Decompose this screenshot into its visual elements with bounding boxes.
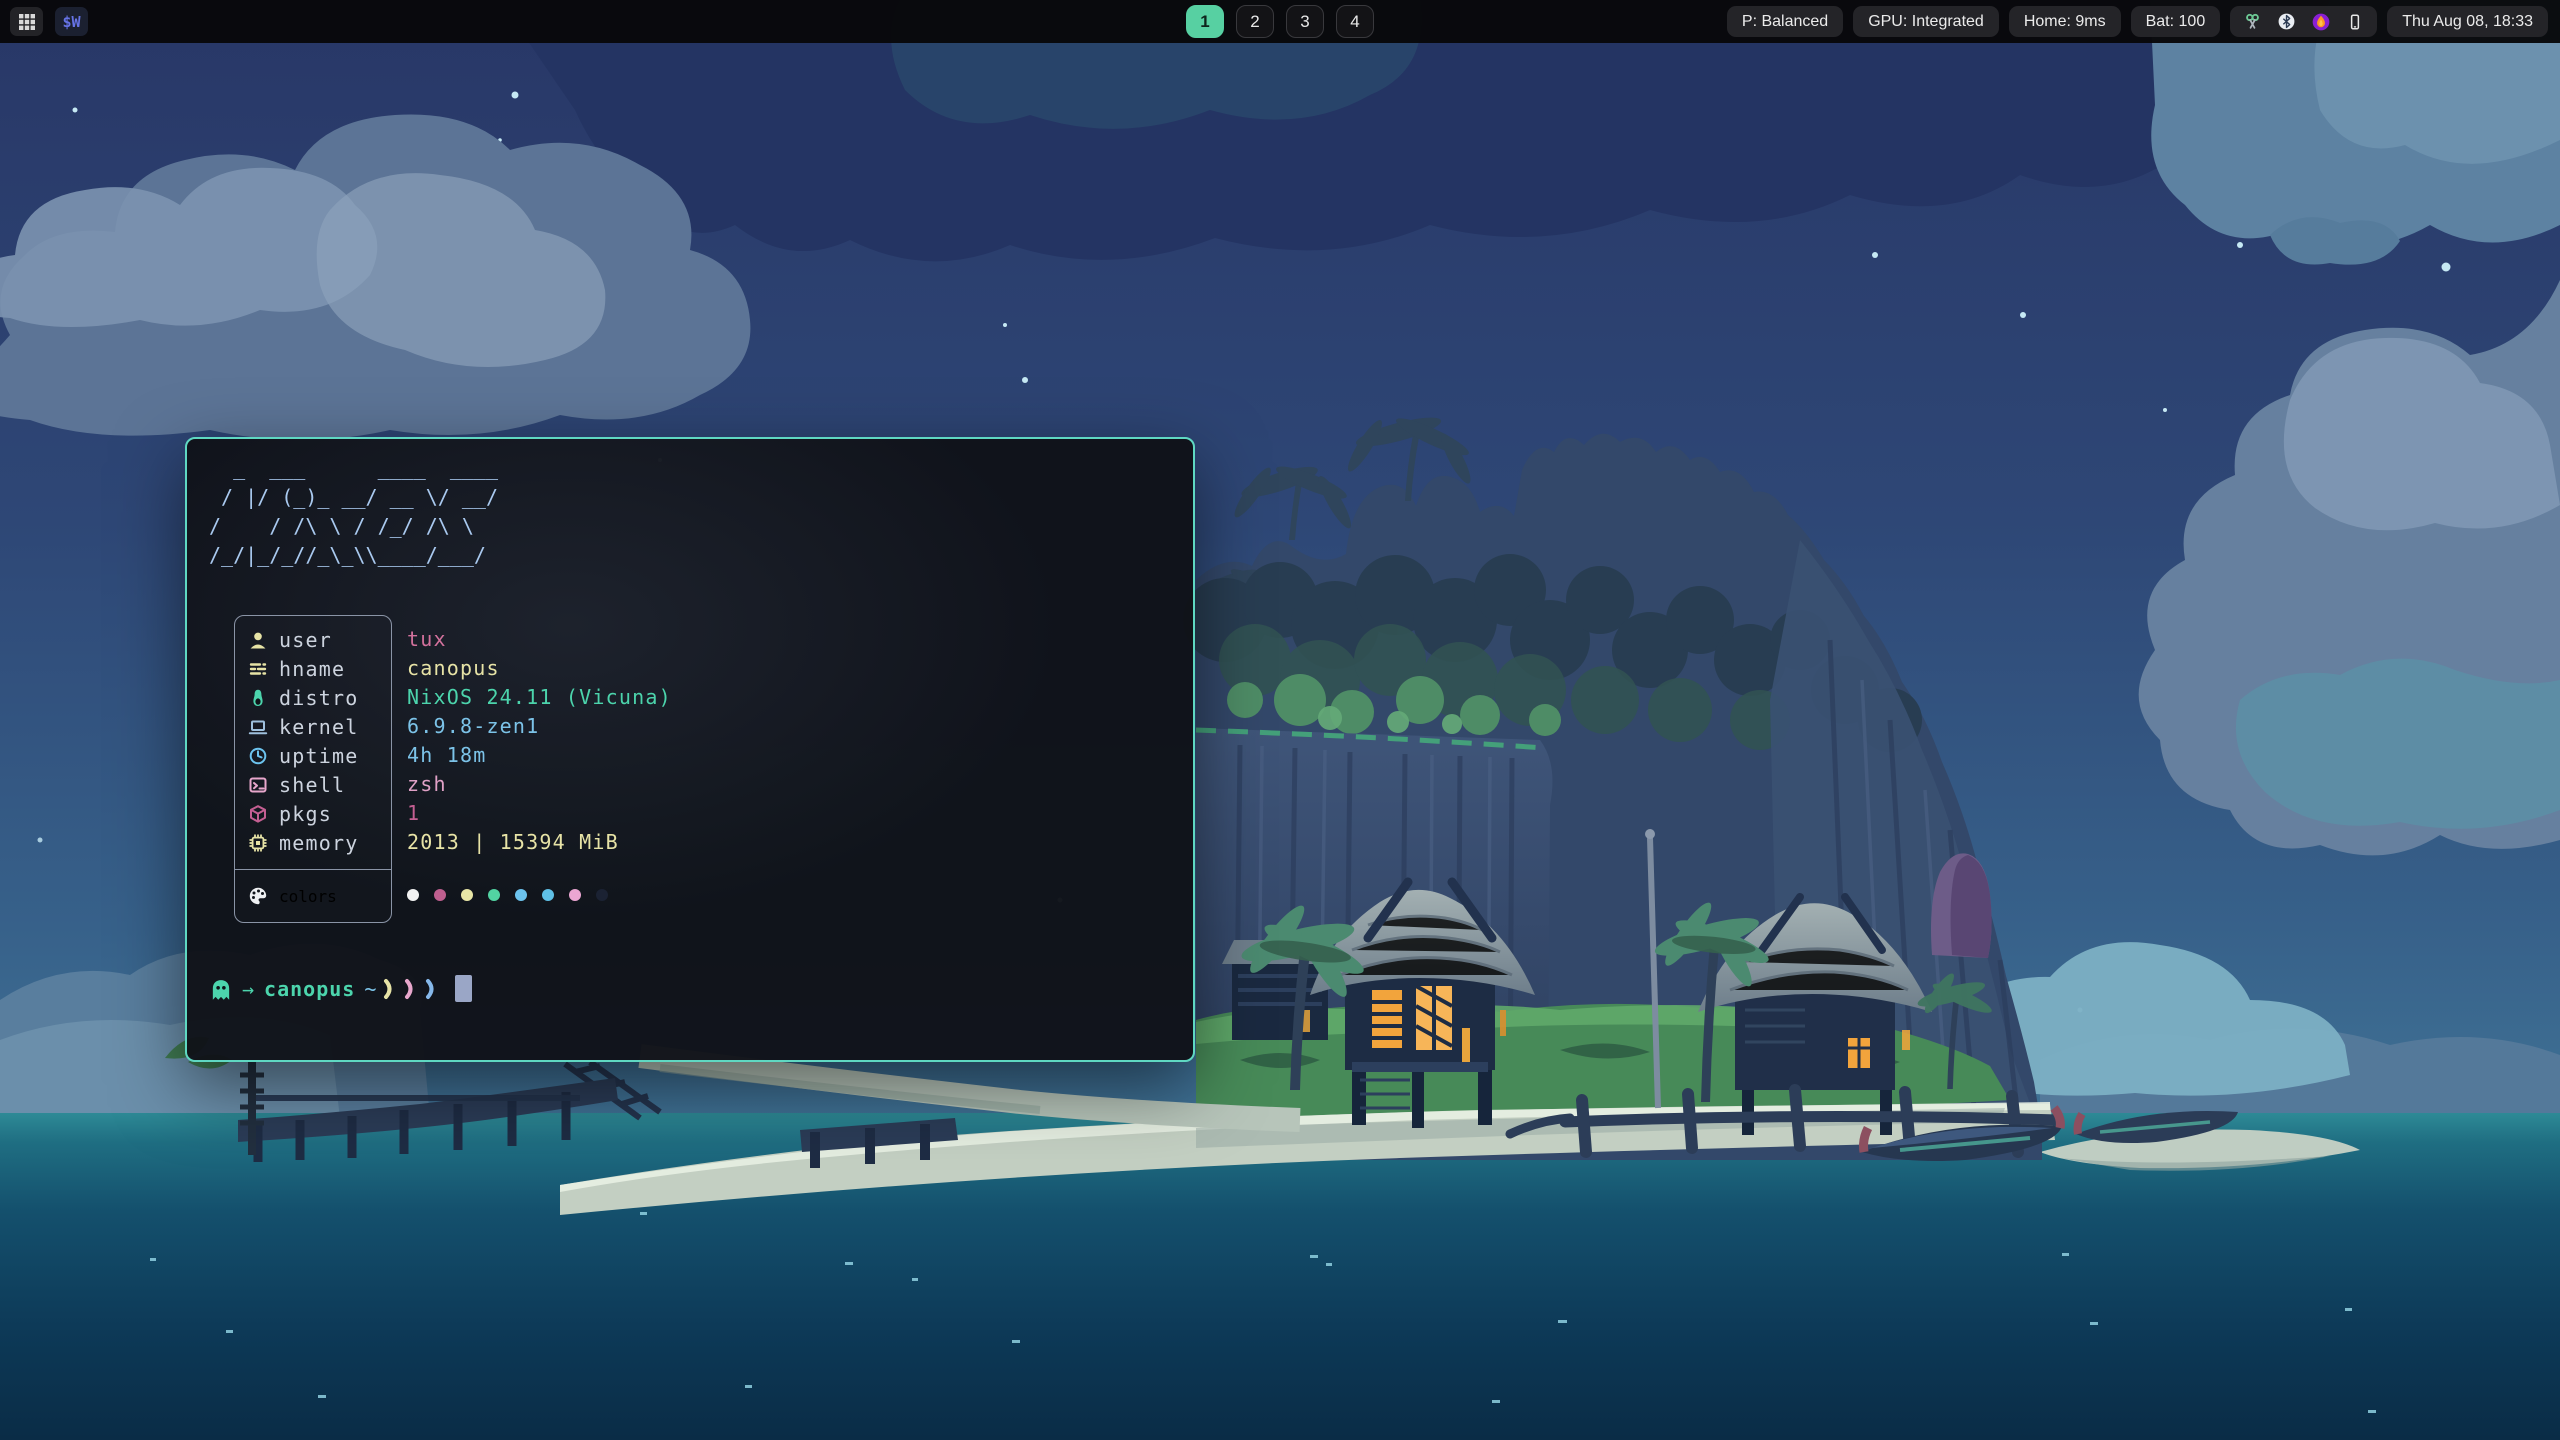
ghost-icon <box>209 977 233 1001</box>
nixos-ascii-logo: _ ___ ____ ____ / |/ (_)_ __/ __ \/ __//… <box>209 454 498 570</box>
color-swatches <box>407 868 672 922</box>
top-bar: $W 1 2 3 4 P: Balanced GPU: Integrated H… <box>0 0 2560 43</box>
color-swatch <box>542 889 554 901</box>
system-tray <box>2230 6 2377 37</box>
hostname-icon <box>248 659 268 679</box>
bar-left: $W <box>10 0 88 43</box>
workspace-2-button[interactable]: 2 <box>1236 5 1274 38</box>
prompt-arrow: → <box>242 977 255 1001</box>
window-class-label: $W <box>62 13 80 31</box>
user-icon <box>248 630 268 650</box>
copyq-scissors-icon[interactable] <box>2243 12 2262 31</box>
shell-prompt[interactable]: → canopus ~ <box>209 975 472 1002</box>
fetch-row-user: user <box>235 625 391 654</box>
fetch-row-colors: colors <box>235 870 391 922</box>
clock-pill[interactable]: Thu Aug 08, 18:33 <box>2387 6 2548 37</box>
color-swatch <box>515 889 527 901</box>
color-swatch <box>596 889 608 901</box>
color-swatch <box>407 889 419 901</box>
prompt-path: ~ <box>364 977 377 1001</box>
fetch-row-memory: memory <box>235 828 391 857</box>
terminal-window[interactable]: _ ___ ____ ____ / |/ (_)_ __/ __ \/ __//… <box>185 437 1195 1062</box>
bluetooth-icon[interactable] <box>2277 12 2296 31</box>
distro-icon <box>248 688 268 708</box>
bar-right: P: Balanced GPU: Integrated Home: 9ms Ba… <box>1727 0 2548 43</box>
memory-icon <box>248 833 268 853</box>
phone-icon[interactable] <box>2346 13 2364 31</box>
value-kernel: 6.9.8-zen1 <box>407 711 672 740</box>
uptime-icon <box>248 746 268 766</box>
fetch-labels-box: user hname distro <box>234 615 392 923</box>
app-grid-icon <box>18 13 36 31</box>
ping-pill[interactable]: Home: 9ms <box>2009 6 2121 37</box>
flameshot-flame-icon[interactable] <box>2311 12 2331 32</box>
workspace-4-button[interactable]: 4 <box>1336 5 1374 38</box>
gpu-mode-pill[interactable]: GPU: Integrated <box>1853 6 1999 37</box>
fetch-values: tux canopus NixOS 24.11 (Vicuna) 6.9.8-z… <box>407 615 672 922</box>
kernel-icon <box>248 717 268 737</box>
value-user: tux <box>407 624 672 653</box>
text-cursor[interactable] <box>455 975 472 1002</box>
prompt-chevron-1 <box>382 977 398 1001</box>
value-shell: zsh <box>407 769 672 798</box>
window-class-badge[interactable]: $W <box>55 7 88 36</box>
packages-icon <box>248 804 268 824</box>
color-swatch <box>434 889 446 901</box>
power-profile-pill[interactable]: P: Balanced <box>1727 6 1843 37</box>
prompt-chevron-3 <box>424 977 440 1001</box>
fetch-row-distro: distro <box>235 683 391 712</box>
fetch-panel: user hname distro <box>234 615 392 923</box>
prompt-hostname: canopus <box>264 977 355 1001</box>
fetch-row-pkgs: pkgs <box>235 799 391 828</box>
value-uptime: 4h 18m <box>407 740 672 769</box>
value-pkgs: 1 <box>407 798 672 827</box>
workspace-1-button[interactable]: 1 <box>1186 5 1224 38</box>
color-swatch <box>488 889 500 901</box>
fetch-row-hname: hname <box>235 654 391 683</box>
value-memory: 2013 | 15394 MiB <box>407 827 672 856</box>
shell-icon <box>248 775 268 795</box>
fetch-row-uptime: uptime <box>235 741 391 770</box>
color-swatch <box>569 889 581 901</box>
color-swatch <box>461 889 473 901</box>
desktop: $W 1 2 3 4 P: Balanced GPU: Integrated H… <box>0 0 2560 1440</box>
workspace-3-button[interactable]: 3 <box>1286 5 1324 38</box>
fetch-row-kernel: kernel <box>235 712 391 741</box>
fetch-row-shell: shell <box>235 770 391 799</box>
apps-launcher-button[interactable] <box>10 7 43 36</box>
value-hname: canopus <box>407 653 672 682</box>
workspace-switcher: 1 2 3 4 <box>1186 0 1374 43</box>
prompt-chevron-2 <box>403 977 419 1001</box>
palette-icon <box>248 886 268 906</box>
value-distro: NixOS 24.11 (Vicuna) <box>407 682 672 711</box>
battery-pill[interactable]: Bat: 100 <box>2131 6 2221 37</box>
